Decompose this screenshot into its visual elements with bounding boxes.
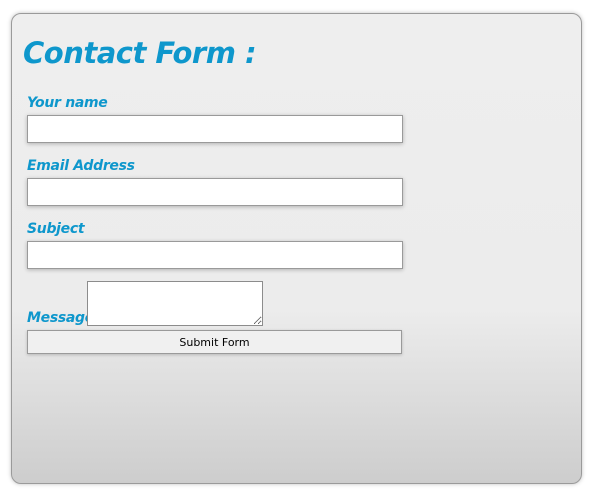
submit-form-button[interactable]: Submit Form bbox=[27, 330, 402, 354]
message-textarea[interactable] bbox=[87, 281, 263, 326]
message-label: Message bbox=[27, 310, 94, 326]
subject-label: Subject bbox=[27, 221, 85, 237]
email-input[interactable] bbox=[27, 178, 403, 206]
form-title: Contact Form : bbox=[23, 36, 257, 70]
name-label: Your name bbox=[27, 95, 108, 111]
name-input[interactable] bbox=[27, 115, 403, 143]
subject-input[interactable] bbox=[27, 241, 403, 269]
email-label: Email Address bbox=[27, 158, 135, 174]
